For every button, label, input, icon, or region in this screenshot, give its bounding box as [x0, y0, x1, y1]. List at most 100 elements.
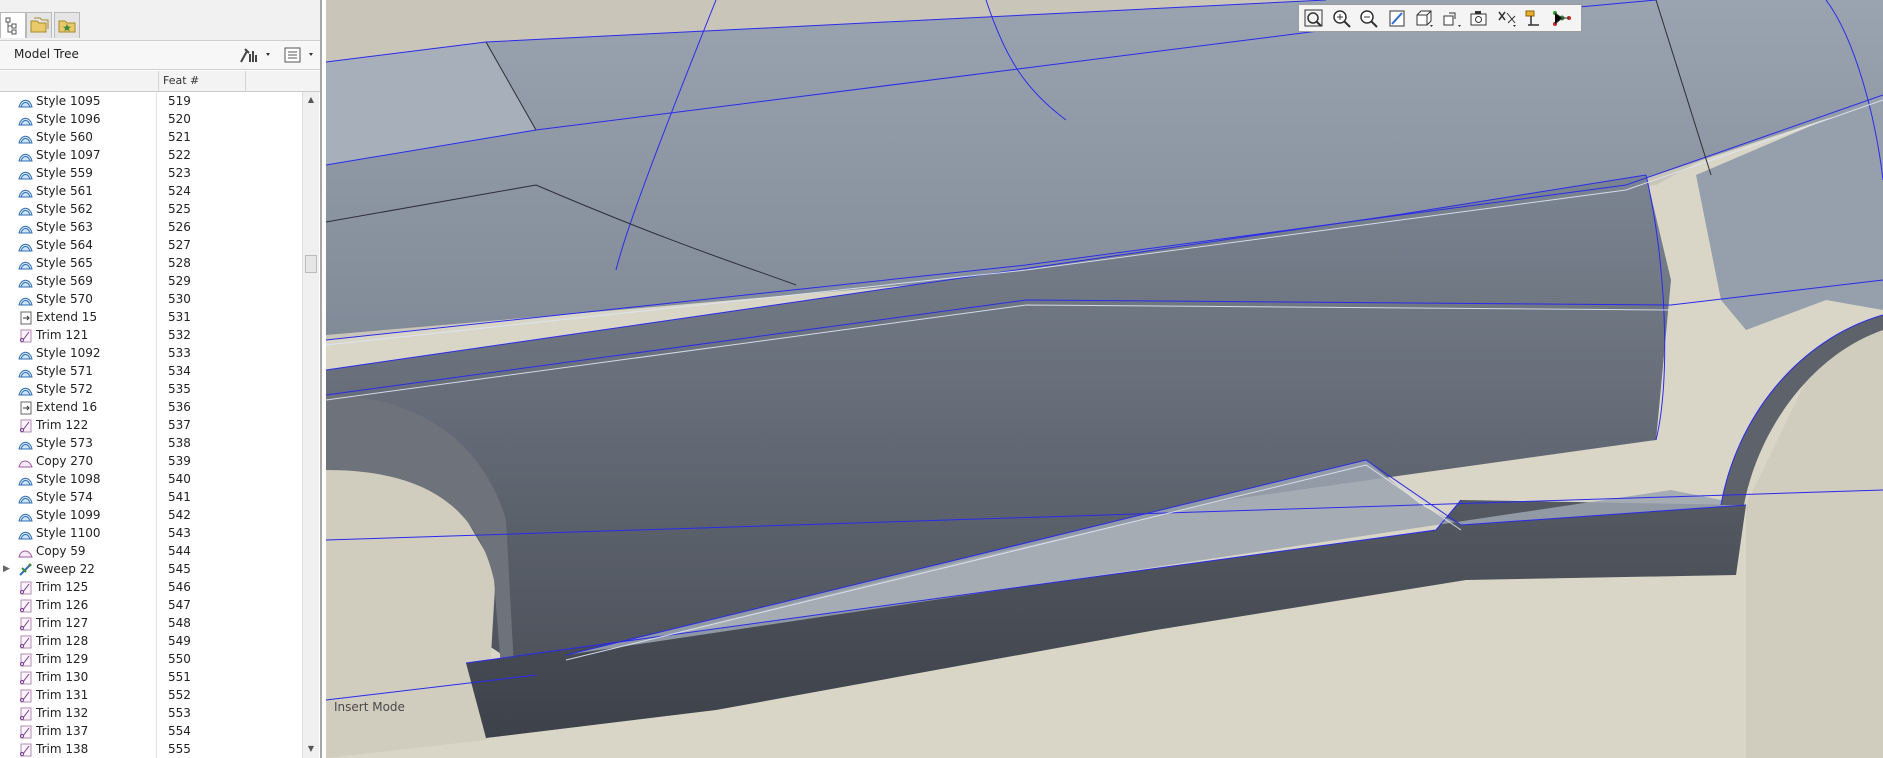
- tree-row[interactable]: Style 1092 533: [0, 344, 302, 362]
- saved-orientations-icon[interactable]: [1468, 8, 1490, 29]
- tree-row[interactable]: Style 561 524: [0, 182, 302, 200]
- tab-folder-browser[interactable]: [26, 12, 52, 38]
- car-body-model[interactable]: [326, 0, 1883, 758]
- scroll-up-arrow-icon[interactable]: ▲: [304, 93, 318, 107]
- column-header-feat[interactable]: Feat #: [158, 71, 246, 91]
- tree-row[interactable]: Trim 126 547: [0, 596, 302, 614]
- feature-name: Style 1092: [36, 346, 101, 360]
- style-surface-icon: [18, 148, 33, 162]
- feature-number: 535: [168, 382, 191, 396]
- repaint-icon[interactable]: [1386, 8, 1408, 29]
- datum-display-icon[interactable]: [1496, 8, 1518, 29]
- tree-row[interactable]: Style 1100 543: [0, 524, 302, 542]
- tree-row[interactable]: Style 572 535: [0, 380, 302, 398]
- named-views-icon[interactable]: [1441, 8, 1463, 29]
- spin-center-icon[interactable]: [1551, 8, 1573, 29]
- zoom-in-icon[interactable]: [1331, 8, 1353, 29]
- favorites-folder-icon: [58, 20, 76, 33]
- zoom-out-icon[interactable]: [1358, 8, 1380, 29]
- feature-name: Style 560: [36, 130, 93, 144]
- feature-number: 549: [168, 634, 191, 648]
- tree-row[interactable]: Style 574 541: [0, 488, 302, 506]
- navigator-tabs-bar: [0, 0, 320, 41]
- tree-row[interactable]: Trim 128 549: [0, 632, 302, 650]
- tree-row[interactable]: Style 569 529: [0, 272, 302, 290]
- tree-row[interactable]: Style 560 521: [0, 128, 302, 146]
- trim-icon: [18, 598, 33, 613]
- tree-row[interactable]: Extend 16 536: [0, 398, 302, 416]
- tree-show-columns-icon: [284, 47, 313, 63]
- style-surface-icon: [18, 220, 33, 234]
- feature-number: 540: [168, 472, 191, 486]
- style-surface-icon: [18, 490, 33, 504]
- feature-name: Style 561: [36, 184, 93, 198]
- tree-row[interactable]: Trim 132 553: [0, 704, 302, 722]
- tree-row[interactable]: Trim 129 550: [0, 650, 302, 668]
- display-style-icon[interactable]: [1413, 8, 1435, 29]
- feature-number: 533: [168, 346, 191, 360]
- trim-icon: [18, 670, 33, 685]
- tree-row[interactable]: Style 1095 519: [0, 92, 302, 110]
- feature-name: Copy 270: [36, 454, 94, 468]
- graphics-window[interactable]: Insert Mode: [326, 0, 1883, 758]
- status-message: Insert Mode: [334, 700, 405, 714]
- style-surface-icon: [18, 472, 33, 486]
- feature-name: Trim 128: [36, 634, 89, 648]
- tree-row[interactable]: Style 564 527: [0, 236, 302, 254]
- feature-name: Trim 132: [36, 706, 89, 720]
- feature-name: Trim 129: [36, 652, 89, 666]
- tree-row[interactable]: Copy 270 539: [0, 452, 302, 470]
- tree-row[interactable]: Style 1096 520: [0, 110, 302, 128]
- feature-name: Style 1097: [36, 148, 101, 162]
- tree-vertical-scrollbar[interactable]: ▲ ▼: [302, 92, 319, 758]
- feature-name: Trim 127: [36, 616, 89, 630]
- feature-number: 522: [168, 148, 191, 162]
- tree-row[interactable]: Trim 122 537: [0, 416, 302, 434]
- tree-row[interactable]: Style 1098 540: [0, 470, 302, 488]
- tab-favorites[interactable]: [54, 12, 80, 38]
- tree-row[interactable]: Extend 15 531: [0, 308, 302, 326]
- annotation-display-icon[interactable]: [1523, 8, 1545, 29]
- tree-row[interactable]: Style 571 534: [0, 362, 302, 380]
- trim-icon: [18, 724, 33, 739]
- tree-row[interactable]: Trim 131 552: [0, 686, 302, 704]
- feature-number: 524: [168, 184, 191, 198]
- style-surface-icon: [18, 94, 33, 108]
- model-tree-list: Style 1095 519 Style 1096 520 Style 560 521 St…: [0, 92, 302, 758]
- tab-model-tree[interactable]: [0, 12, 26, 38]
- tree-row[interactable]: Style 559 523: [0, 164, 302, 182]
- tree-row[interactable]: Trim 125 546: [0, 578, 302, 596]
- trim-icon: [18, 706, 33, 721]
- trim-icon: [18, 688, 33, 703]
- feature-name: Style 1100: [36, 526, 101, 540]
- tree-row[interactable]: Style 570 530: [0, 290, 302, 308]
- tree-row[interactable]: Copy 59 544: [0, 542, 302, 560]
- scroll-down-arrow-icon[interactable]: ▼: [304, 742, 318, 756]
- feature-name: Trim 130: [36, 670, 89, 684]
- tree-row[interactable]: Style 1099 542: [0, 506, 302, 524]
- tree-row[interactable]: Trim 121 532: [0, 326, 302, 344]
- scrollbar-thumb[interactable]: [305, 255, 317, 273]
- feature-name: Style 573: [36, 436, 93, 450]
- feature-name: Style 1099: [36, 508, 101, 522]
- settings-menu-button[interactable]: [238, 45, 274, 65]
- tree-row[interactable]: Trim 138 555: [0, 740, 302, 758]
- refit-icon[interactable]: [1303, 8, 1325, 29]
- feature-number: 537: [168, 418, 191, 432]
- tree-row[interactable]: Style 562 525: [0, 200, 302, 218]
- tree-row[interactable]: Style 563 526: [0, 218, 302, 236]
- expand-arrow-icon[interactable]: ▶: [3, 563, 13, 575]
- feature-number: 545: [168, 562, 191, 576]
- tree-row[interactable]: Trim 137 554: [0, 722, 302, 740]
- tree-row[interactable]: Style 565 528: [0, 254, 302, 272]
- show-menu-button[interactable]: [282, 45, 318, 65]
- tree-row[interactable]: ▶ Sweep 22 545: [0, 560, 302, 578]
- tree-row[interactable]: Style 1097 522: [0, 146, 302, 164]
- tree-row[interactable]: Trim 130 551: [0, 668, 302, 686]
- style-surface-icon: [18, 274, 33, 288]
- feature-number: 521: [168, 130, 191, 144]
- tree-row[interactable]: Trim 127 548: [0, 614, 302, 632]
- tree-row[interactable]: Style 573 538: [0, 434, 302, 452]
- trim-icon: [18, 652, 33, 667]
- style-surface-icon: [18, 112, 33, 126]
